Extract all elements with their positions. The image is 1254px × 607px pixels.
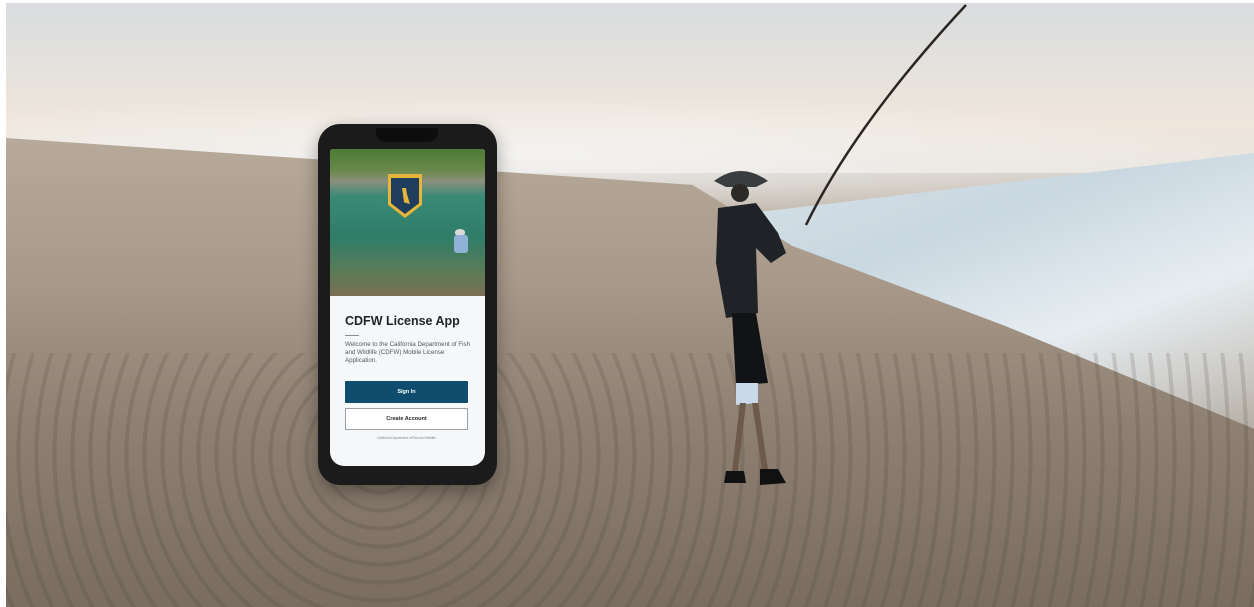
app-title: CDFW License App — [345, 314, 460, 328]
angler-icon — [450, 229, 470, 257]
app-screen: CDFW License App Welcome to the Californ… — [330, 149, 485, 466]
beach-photo-background — [6, 3, 1254, 607]
welcome-panel: CDFW License App Welcome to the Californ… — [330, 296, 485, 466]
fishing-rod — [804, 4, 967, 226]
title-divider — [345, 335, 359, 336]
sign-in-button[interactable]: Sign In — [345, 381, 468, 403]
phone-mockup: CDFW License App Welcome to the Californ… — [318, 124, 497, 485]
cdfw-badge-logo — [388, 174, 422, 218]
footprints — [6, 353, 1254, 607]
footer-text: California Department of Fish and Wildli… — [377, 436, 436, 440]
hero-image — [330, 149, 485, 296]
california-bear-icon — [391, 178, 419, 214]
create-account-button[interactable]: Create Account — [345, 408, 468, 430]
welcome-description: Welcome to the California Department of … — [345, 341, 471, 364]
phone-notch — [376, 128, 438, 142]
